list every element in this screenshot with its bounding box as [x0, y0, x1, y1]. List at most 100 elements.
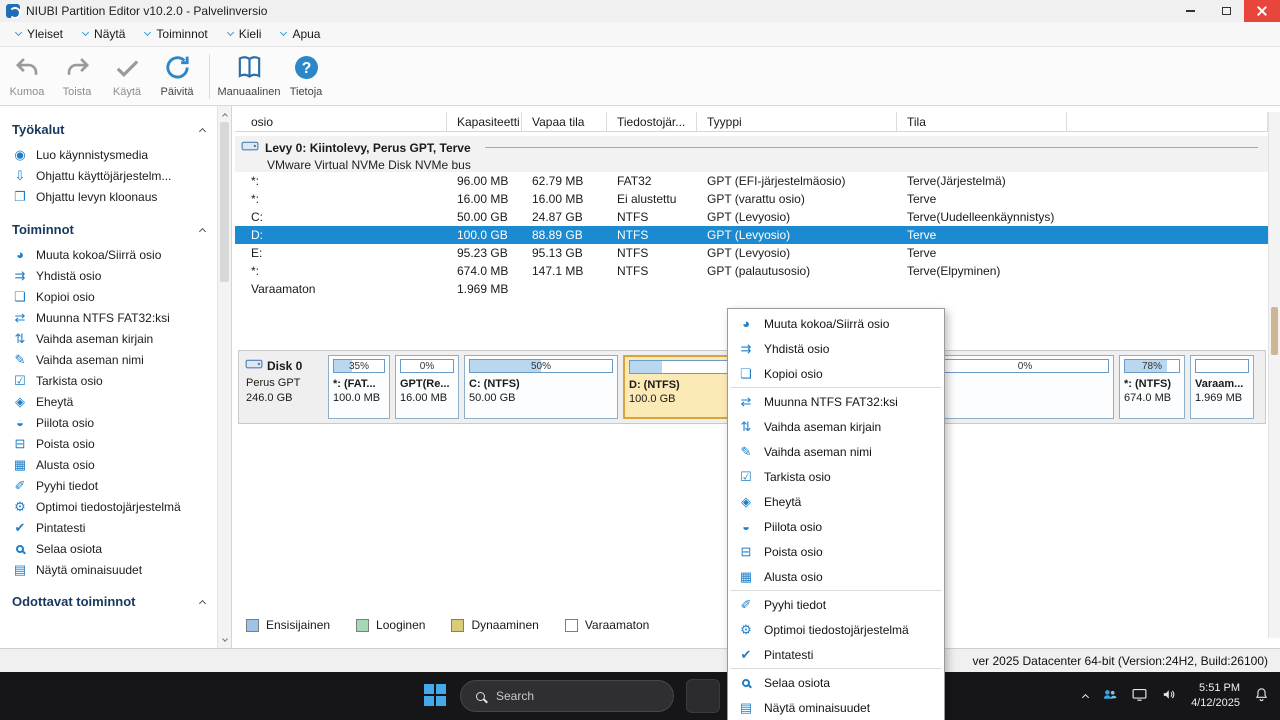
context-item-copy[interactable]: ❏Kopioi osio	[728, 361, 944, 386]
tray-time: 5:51 PM	[1191, 681, 1240, 696]
partition-block-c[interactable]: 50% C: (NTFS) 50.00 GB	[464, 355, 618, 419]
sidebar-item-disk-clone[interactable]: ❐Ohjattu levyn kloonaus	[10, 186, 217, 207]
section-operations[interactable]: Toiminnot	[10, 216, 217, 244]
taskbar-app-icon[interactable]	[686, 679, 720, 713]
partition-block-msr[interactable]: 0% GPT(Re... 16.00 MB	[395, 355, 459, 419]
menu-apua[interactable]: Apua	[271, 24, 330, 44]
manual-button[interactable]: Manuaalinen	[217, 51, 281, 98]
start-button[interactable]	[424, 684, 448, 708]
menu-kieli[interactable]: Kieli	[218, 24, 272, 44]
column-osio[interactable]: osio	[235, 112, 447, 131]
sidebar-item-hide[interactable]: ◒Piilota osio	[10, 412, 217, 433]
refresh-button[interactable]: Päivitä	[152, 51, 202, 98]
disk-info[interactable]: Disk 0 Perus GPT 246.0 GB	[243, 355, 323, 419]
context-item-convert[interactable]: ⇄Muunna NTFS FAT32:ksi	[728, 389, 944, 414]
sidebar-item-rename[interactable]: ✎Vaihda aseman nimi	[10, 349, 217, 370]
column-filesystem[interactable]: Tiedostojär...	[607, 112, 697, 131]
sidebar-item-format[interactable]: ▦Alusta osio	[10, 454, 217, 475]
disk-group-subtitle: VMware Virtual NVMe Disk NVMe bus	[241, 158, 1258, 172]
sidebar-item-browse[interactable]: Selaa osiota	[10, 538, 217, 559]
optimize-icon: ⚙	[738, 623, 754, 636]
column-status[interactable]: Tila	[897, 112, 1067, 131]
table-row[interactable]: C:50.00 GB24.87 GBNTFSGPT (Levyosio)Terv…	[235, 208, 1268, 226]
section-pending[interactable]: Odottavat toiminnot	[10, 588, 217, 616]
context-item-merge[interactable]: ⇉Yhdistä osio	[728, 336, 944, 361]
table-row[interactable]: *:96.00 MB62.79 MBFAT32GPT (EFI-järjeste…	[235, 172, 1268, 190]
sidebar-item-boot-media[interactable]: ◉Luo käynnistysmedia	[10, 144, 217, 165]
context-item-properties[interactable]: ▤Näytä ominaisuudet	[728, 695, 944, 720]
section-tools[interactable]: Työkalut	[10, 116, 217, 144]
sidebar-item-resize[interactable]: ◕Muuta kokoa/Siirrä osio	[10, 244, 217, 265]
context-item-format[interactable]: ▦Alusta osio	[728, 564, 944, 589]
sidebar-item-label: Yhdistä osio	[36, 269, 101, 283]
sidebar-item-properties[interactable]: ▤Näytä ominaisuudet	[10, 559, 217, 580]
column-type[interactable]: Tyyppi	[697, 112, 897, 131]
display-icon[interactable]	[1131, 686, 1148, 706]
disk-group-header[interactable]: Levy 0: Kiintolevy, Perus GPT, Terve VMw…	[235, 136, 1268, 172]
tray-chevron-up-icon[interactable]	[1082, 694, 1089, 701]
menu-separator	[730, 387, 942, 388]
people-icon[interactable]	[1101, 686, 1118, 706]
cell-status: Terve	[897, 192, 1067, 206]
context-item-defrag[interactable]: ◈Eheytä	[728, 489, 944, 514]
undo-button[interactable]: Kumoa	[2, 51, 52, 98]
close-button[interactable]	[1244, 0, 1280, 22]
table-row[interactable]: Varaamaton1.969 MB	[235, 280, 1268, 298]
speaker-icon[interactable]	[1161, 686, 1178, 706]
sidebar-item-delete[interactable]: ⊟Poista osio	[10, 433, 217, 454]
menu-toiminnot[interactable]: Toiminnot	[135, 24, 217, 44]
scroll-down-icon[interactable]	[218, 633, 232, 647]
clock[interactable]: 5:51 PM 4/12/2025	[1191, 681, 1240, 712]
sidebar-scrollbar[interactable]	[217, 106, 231, 648]
sidebar-item-wipe[interactable]: ✐Pyyhi tiedot	[10, 475, 217, 496]
context-item-wipe[interactable]: ✐Pyyhi tiedot	[728, 592, 944, 617]
context-item-optimize[interactable]: ⚙Optimoi tiedostojärjestelmä	[728, 617, 944, 642]
block-label: *: (FAT...	[333, 378, 385, 390]
sidebar-item-merge[interactable]: ⇉Yhdistä osio	[10, 265, 217, 286]
menu-nayta[interactable]: Näytä	[73, 24, 135, 44]
redo-button[interactable]: Toista	[52, 51, 102, 98]
minimize-button[interactable]	[1172, 0, 1208, 22]
partition-block-efi[interactable]: 35% *: (FAT... 100.0 MB	[328, 355, 390, 419]
partition-block-recovery[interactable]: 78% *: (NTFS) 674.0 MB	[1119, 355, 1185, 419]
sidebar-item-label: Luo käynnistysmedia	[36, 148, 148, 162]
sidebar-item-check[interactable]: ☑Tarkista osio	[10, 370, 217, 391]
sidebar-item-defrag[interactable]: ◈Eheytä	[10, 391, 217, 412]
table-row-selected[interactable]: D:100.0 GB88.89 GBNTFSGPT (Levyosio)Terv…	[235, 226, 1268, 244]
sidebar-item-os-wizard[interactable]: ⇩Ohjattu käyttöjärjestelm...	[10, 165, 217, 186]
surface-test-icon: ✔	[12, 521, 28, 534]
maximize-button[interactable]	[1208, 0, 1244, 22]
sidebar-item-drive-letter[interactable]: ⇅Vaihda aseman kirjain	[10, 328, 217, 349]
table-row[interactable]: *:674.0 MB147.1 MBNTFSGPT (palautusosio)…	[235, 262, 1268, 280]
context-item-label: Näytä ominaisuudet	[764, 701, 870, 715]
partition-block-unallocated[interactable]: Varaam... 1.969 MB	[1190, 355, 1254, 419]
main-scrollbar[interactable]	[1268, 112, 1280, 638]
sidebar-item-label: Piilota osio	[36, 416, 94, 430]
scrollbar-thumb[interactable]	[220, 122, 229, 282]
sidebar-item-copy[interactable]: ❏Kopioi osio	[10, 286, 217, 307]
column-capacity[interactable]: Kapasiteetti	[447, 112, 522, 131]
about-button[interactable]: ? Tietoja	[281, 51, 331, 98]
search-box[interactable]: Search	[460, 680, 674, 712]
copy-icon: ❏	[738, 367, 754, 380]
context-item-delete[interactable]: ⊟Poista osio	[728, 539, 944, 564]
scroll-up-icon[interactable]	[218, 107, 232, 121]
context-item-resize[interactable]: ◕Muuta kokoa/Siirrä osio	[728, 311, 944, 336]
apply-button[interactable]: Käytä	[102, 51, 152, 98]
context-item-hide[interactable]: ◒Piilota osio	[728, 514, 944, 539]
scrollbar-thumb[interactable]	[1271, 307, 1278, 355]
partition-block-e[interactable]: 0%	[936, 355, 1114, 419]
context-item-rename[interactable]: ✎Vaihda aseman nimi	[728, 439, 944, 464]
menu-yleiset[interactable]: Yleiset	[6, 24, 73, 44]
context-item-drive-letter[interactable]: ⇅Vaihda aseman kirjain	[728, 414, 944, 439]
context-item-browse[interactable]: Selaa osiota	[728, 670, 944, 695]
context-item-check[interactable]: ☑Tarkista osio	[728, 464, 944, 489]
table-row[interactable]: E:95.23 GB95.13 GBNTFSGPT (Levyosio)Terv…	[235, 244, 1268, 262]
sidebar-item-surface-test[interactable]: ✔Pintatesti	[10, 517, 217, 538]
notification-bell-icon[interactable]	[1253, 686, 1270, 706]
sidebar-item-optimize[interactable]: ⚙Optimoi tiedostojärjestelmä	[10, 496, 217, 517]
context-item-surface-test[interactable]: ✔Pintatesti	[728, 642, 944, 667]
sidebar-item-convert[interactable]: ⇄Muunna NTFS FAT32:ksi	[10, 307, 217, 328]
table-row[interactable]: *:16.00 MB16.00 MBEi alustettuGPT (varat…	[235, 190, 1268, 208]
column-free[interactable]: Vapaa tila	[522, 112, 607, 131]
